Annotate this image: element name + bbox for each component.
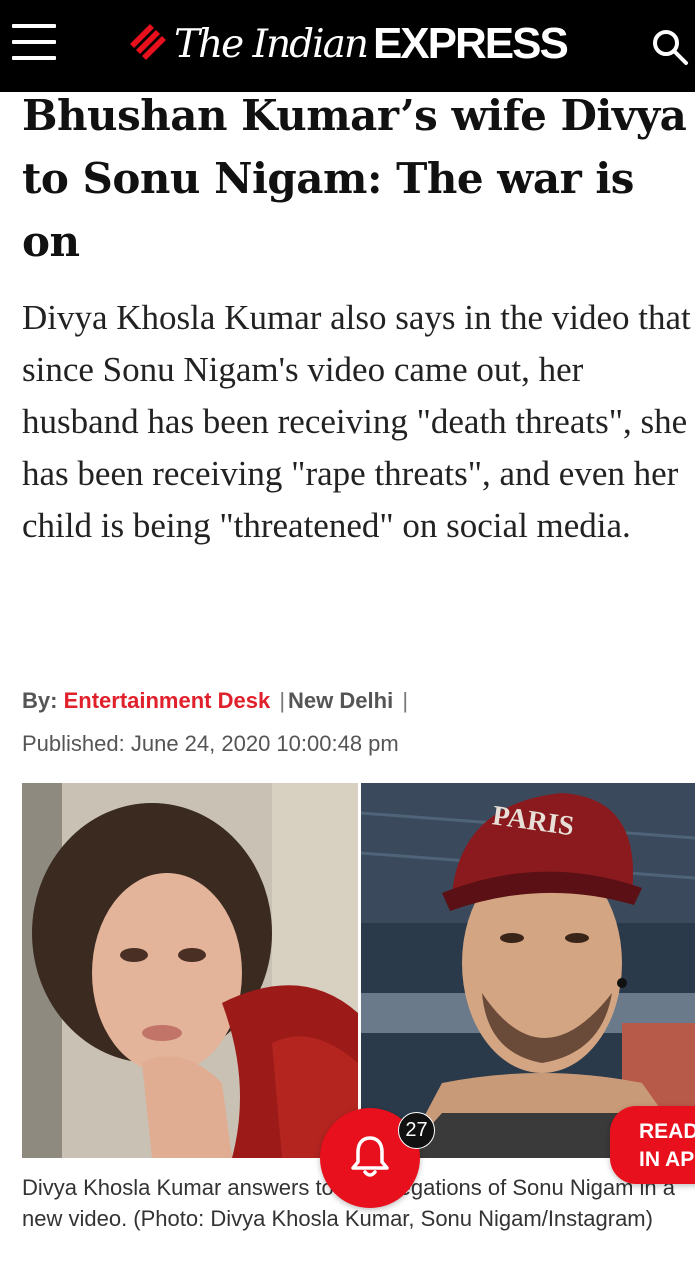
published-date: Published: June 24, 2020 10:00:48 pm bbox=[22, 731, 399, 756]
menu-icon[interactable] bbox=[12, 22, 56, 62]
byline-by-label: By: bbox=[22, 688, 58, 713]
article-byline: By: Entertainment Desk | New Delhi | bbox=[22, 688, 411, 714]
bell-icon bbox=[351, 1136, 389, 1177]
byline-separator: | bbox=[279, 688, 286, 713]
photo-left-divya bbox=[22, 783, 358, 1158]
logo-text-the-indian: The Indian bbox=[174, 21, 369, 67]
photo-right-sonu: PARIS bbox=[360, 783, 695, 1158]
article-headline: Bhushan Kumar’s wife Divya to Sonu Nigam… bbox=[22, 91, 687, 266]
article-summary: Divya Khosla Kumar also says in the vide… bbox=[22, 298, 691, 545]
notification-count-badge: 27 bbox=[398, 1112, 435, 1149]
byline-separator: | bbox=[402, 688, 409, 713]
article-photo[interactable]: PARIS bbox=[22, 783, 695, 1158]
site-logo[interactable]: The Indian EXPRESS bbox=[128, 14, 569, 74]
byline-location: New Delhi bbox=[288, 688, 394, 713]
read-in-app-button[interactable]: READ IN AP bbox=[610, 1106, 695, 1184]
logo-text-express: EXPRESS bbox=[372, 19, 569, 68]
search-icon[interactable] bbox=[650, 26, 690, 66]
logo-mark-icon bbox=[130, 24, 166, 60]
byline-author-link[interactable]: Entertainment Desk bbox=[64, 688, 271, 713]
read-in-app-line1: READ bbox=[639, 1120, 695, 1143]
top-header: The Indian EXPRESS bbox=[0, 0, 695, 92]
read-in-app-line2: IN AP bbox=[639, 1148, 695, 1171]
